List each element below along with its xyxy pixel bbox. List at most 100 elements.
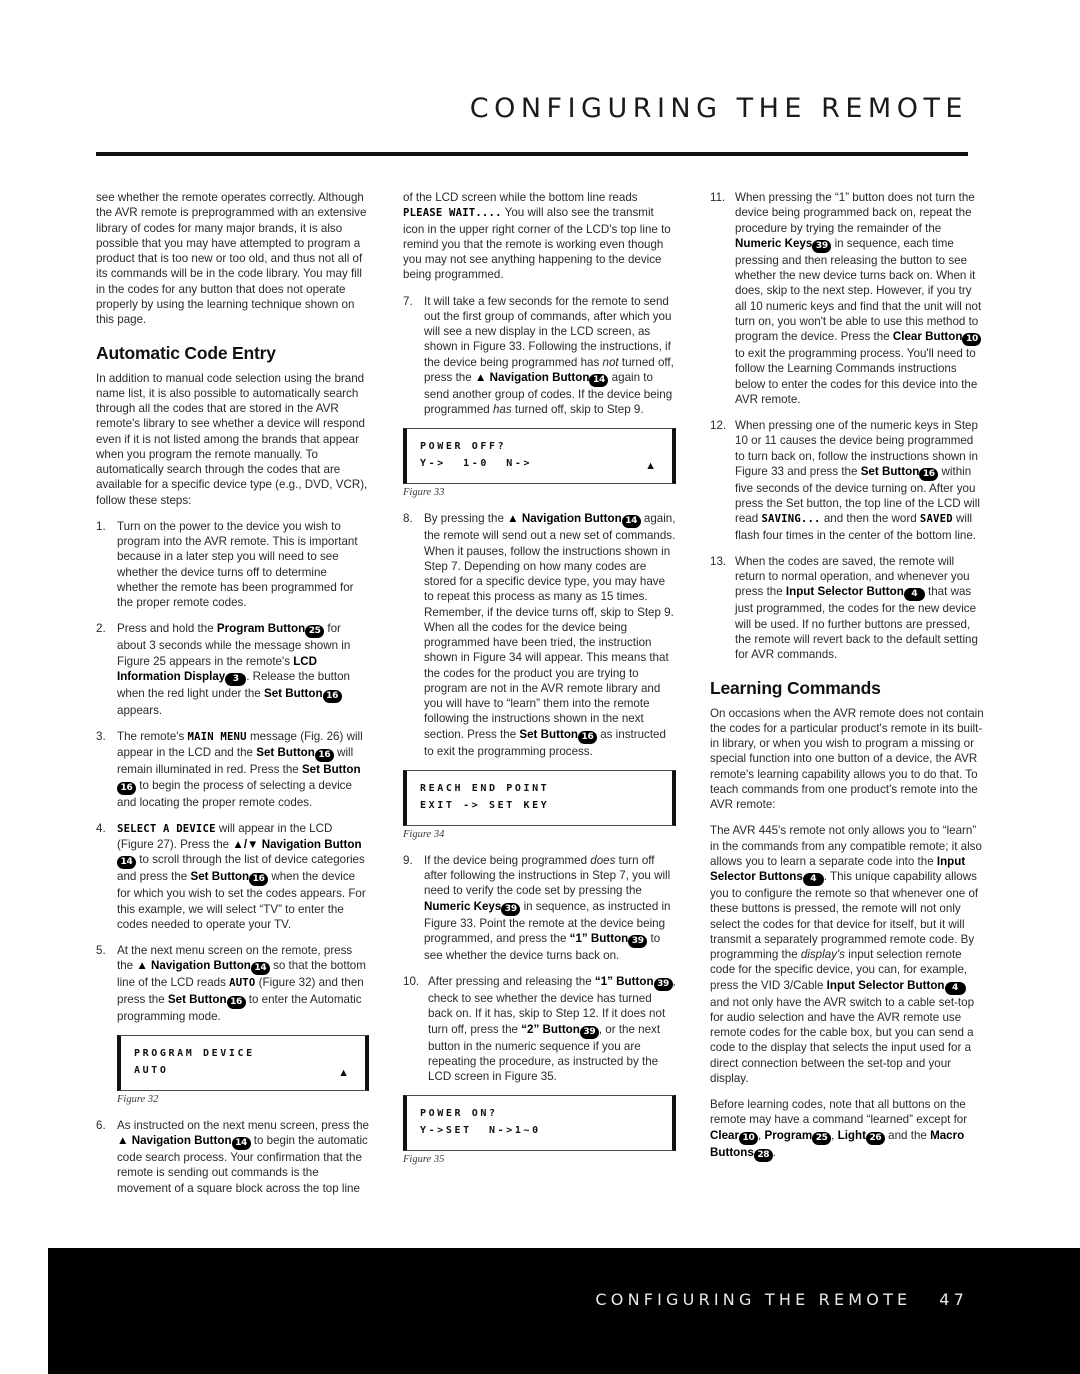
program-button-label: Program Button	[216, 622, 306, 636]
step-3-number: 3.	[96, 730, 106, 743]
badge-10: 10	[739, 1131, 759, 1145]
lcd-main-menu-text: MAIN MENU	[187, 731, 247, 743]
col3-paragraph-1: On occasions when the AVR remote does no…	[710, 706, 984, 812]
figure-35-caption: Figure 35	[403, 1154, 445, 1166]
footer-chapter-and-page: CONFIGURING THE REMOTE 47	[595, 1290, 968, 1309]
badge-39: 39	[579, 1025, 599, 1039]
badge-14: 14	[250, 962, 270, 976]
figure-35-line-1: POWER ON?	[420, 1108, 498, 1120]
lcd-please-wait-text: PLEASE WAIT....	[403, 207, 502, 220]
set-button-label: Set Button	[301, 763, 361, 777]
badge-10: 10	[962, 333, 982, 346]
automatic-code-entry-steps-cont: 6. As instructed on the next menu screen…	[96, 1118, 369, 1196]
up-arrow-icon: ▲	[645, 460, 656, 473]
badge-16: 16	[117, 781, 136, 795]
step-9-text-a: If the device being programmed	[424, 853, 591, 867]
set-button-label: Set Button	[190, 870, 250, 884]
step-11-text-a: When pressing the “1” button does not tu…	[735, 191, 975, 235]
figure-32-lcd-display: PROGRAM DEVICE AUTO ▲	[117, 1034, 369, 1091]
badge-16: 16	[314, 749, 334, 763]
badge-14: 14	[231, 1137, 251, 1150]
automatic-code-entry-steps: 1. Turn on the power to the device you w…	[96, 519, 369, 1024]
lcd-saving-text: SAVING...	[761, 513, 821, 526]
set-button-label: Set Button	[860, 464, 920, 478]
navigation-button-label: ▲/▼ Navigation Button	[232, 838, 362, 851]
step-1: 1. Turn on the power to the device you w…	[96, 519, 369, 611]
col1-paragraph-1: In addition to manual code selection usi…	[96, 371, 368, 507]
step-8-list: 8. By pressing the ▲ Navigation Button 14…	[403, 511, 676, 759]
input-selector-button-label: Input Selector Button	[826, 978, 945, 992]
two-button-label: “2” Button	[521, 1022, 580, 1036]
one-button-label: “1” Button	[569, 931, 629, 945]
badge-14: 14	[589, 373, 609, 387]
set-button-label: Set Button	[519, 727, 578, 741]
navigation-button-label: ▲ Navigation Button	[117, 1134, 232, 1147]
badge-4: 4	[802, 873, 824, 886]
col3-p3-text-b: and the	[884, 1128, 931, 1142]
clear-button-label: Clear Button	[892, 330, 963, 343]
numeric-keys-label: Numeric Keys	[424, 899, 502, 913]
steps-11-13: 11. When pressing the “1” button does no…	[710, 190, 984, 662]
step-2-number: 2.	[96, 622, 106, 636]
heading-automatic-code-entry: Automatic Code Entry	[96, 343, 276, 364]
column-2: of the LCD screen while the bottom line …	[403, 190, 676, 1207]
step-9-emphasis-does: does	[590, 853, 616, 867]
badge-25: 25	[305, 625, 325, 639]
step-2: 2. Press and hold the Program Button 25 f…	[96, 621, 369, 718]
step-11-text-c: to exit the programming process. You'll …	[735, 347, 978, 406]
step-3: 3. The remote's MAIN MENU message (Fig. …	[96, 729, 369, 810]
badge-16: 16	[577, 730, 597, 744]
badge-16: 16	[249, 873, 269, 887]
figure-33-caption: Figure 33	[403, 487, 445, 499]
badge-39: 39	[653, 978, 673, 991]
badge-14: 14	[621, 515, 641, 529]
badge-3: 3	[225, 672, 247, 686]
step-10: 10. After pressing and releasing the “1”…	[403, 974, 676, 1084]
column-1: see whether the remote operates correctl…	[96, 190, 369, 1207]
set-button-label: Set Button	[167, 992, 227, 1006]
step-6-text-a: As instructed on the next menu screen, p…	[117, 1118, 369, 1132]
heading-learning-commands: Learning Commands	[710, 678, 881, 699]
page-footer: CONFIGURING THE REMOTE 47	[48, 1248, 1080, 1374]
badge-39: 39	[501, 902, 521, 916]
input-selector-button-label: Input Selector Button	[785, 585, 904, 599]
figure-34-line-2: EXIT -> SET KEY	[420, 799, 550, 811]
set-button-label: Set Button	[263, 686, 323, 700]
col3-paragraph-2: The AVR 445's remote not only allows you…	[710, 823, 984, 1086]
step-13: 13. When the codes are saved, the remote…	[710, 554, 984, 663]
up-arrow-icon: ▲	[338, 1066, 349, 1079]
badge-26: 26	[865, 1131, 885, 1145]
step-8-text-a: By pressing the	[424, 512, 508, 526]
step-3-text-a: The remote's	[117, 730, 188, 743]
step-9-number: 9.	[403, 853, 413, 867]
badge-4: 4	[944, 981, 966, 995]
clear-label: Clear	[710, 1128, 740, 1142]
step-7-number: 7.	[403, 294, 413, 308]
step-4: 4. SELECT A DEVICE will appear in the LC…	[96, 821, 369, 932]
one-button-label: “1” Button	[594, 975, 654, 988]
step-10-number: 10.	[403, 975, 420, 988]
page-header: CONFIGURING THE REMOTE	[0, 95, 1080, 122]
badge-39: 39	[628, 934, 648, 948]
step-7-emphasis-has: has	[492, 403, 512, 416]
badge-39: 39	[812, 239, 832, 253]
step-6-number: 6.	[96, 1118, 106, 1132]
steps-7-8: 7. It will take a few seconds for the re…	[403, 294, 676, 418]
step-12-text-c: and then the word	[820, 512, 920, 526]
program-label: Program	[764, 1128, 813, 1142]
lcd-auto-text: AUTO	[229, 977, 256, 990]
badge-25: 25	[812, 1131, 832, 1145]
step-13-number: 13.	[710, 554, 727, 568]
col1-intro-paragraph: see whether the remote operates correctl…	[96, 191, 367, 326]
figure-33-line-1: POWER OFF?	[420, 441, 507, 453]
figure-35-line-2: Y->SET N->1~0	[420, 1125, 541, 1137]
badge-28: 28	[753, 1148, 773, 1162]
step-2-text-d: appears.	[117, 703, 163, 717]
figure-34-line-1: REACH END POINT	[420, 782, 550, 794]
steps-9-10: 9. If the device being programmed does t…	[403, 853, 676, 1085]
step-11-text-b: in sequence, each time pressing and then…	[735, 236, 982, 343]
body-columns: see whether the remote operates correctl…	[96, 190, 984, 1207]
step-3-text-d: to begin the process of selecting a devi…	[117, 778, 352, 809]
numeric-keys-label: Numeric Keys	[735, 236, 813, 250]
step-8-text-b: again, the remote will send out a new se…	[424, 512, 676, 741]
